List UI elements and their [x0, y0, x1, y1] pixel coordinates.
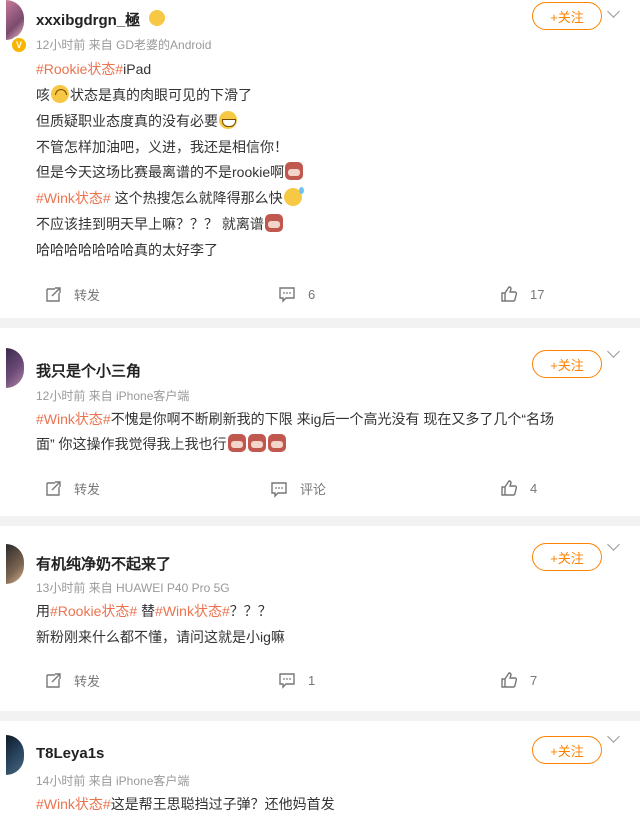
doge-laugh-icon: [247, 434, 266, 452]
post-line: #Wink状态# 这个热搜怎么就降得那么快: [36, 187, 304, 208]
like-button[interactable]: 4: [500, 479, 537, 497]
heart-eyes-icon: [149, 10, 165, 26]
follow-button[interactable]: +关注: [532, 736, 602, 764]
verified-badge: V: [10, 36, 28, 54]
comment-button[interactable]: 6: [278, 285, 315, 303]
post-line: 但质疑职业态度真的没有必要: [36, 111, 238, 131]
follow-button[interactable]: +关注: [532, 543, 602, 571]
doge-laugh-icon: [285, 162, 304, 180]
post-card: 有机纯净奶不起来了 13小时前 来自 HUAWEI P40 Pro 5G +关注…: [0, 526, 640, 711]
repost-button[interactable]: 转发: [44, 479, 100, 498]
post-line: #Rookie状态#iPad: [36, 61, 152, 77]
hashtag-link[interactable]: #Wink状态#: [36, 190, 111, 206]
repost-button[interactable]: 转发: [44, 671, 100, 690]
post-meta: 14小时前 来自 iPhone客户端: [36, 774, 190, 788]
follow-button[interactable]: +关注: [532, 2, 602, 30]
post-card: 我只是个小三角 12小时前 来自 iPhone客户端 +关注 #Wink状态#不…: [0, 328, 640, 516]
post-line: 新粉刚来什么都不懂，请问这就是小ig嘛: [36, 629, 285, 645]
like-icon: [501, 672, 518, 688]
hashtag-link[interactable]: #Wink状态#: [36, 411, 111, 427]
username[interactable]: 有机纯净奶不起来了: [36, 553, 171, 574]
like-icon: [501, 480, 518, 496]
hashtag-link[interactable]: #Wink状态#: [155, 603, 230, 619]
post-line: 不管怎样加油吧，义进，我还是相信你！: [36, 139, 288, 155]
comment-button[interactable]: 评论: [270, 479, 326, 498]
doge-laugh-icon: [227, 434, 246, 452]
post-line: #Wink状态#这是帮王思聪挡过子弹？还他妈首发: [36, 796, 335, 812]
post-card: T8Leya1s 14小时前 来自 iPhone客户端 +关注 #Wink状态#…: [0, 721, 640, 823]
grin-face-icon: [219, 111, 237, 129]
hashtag-link[interactable]: #Rookie状态#: [36, 61, 123, 77]
hashtag-link[interactable]: #Wink状态#: [36, 796, 111, 812]
username[interactable]: xxxibgdrgn_極: [36, 9, 140, 30]
divider: [0, 516, 640, 526]
repost-icon: [46, 672, 61, 688]
post-meta: 13小时前 来自 HUAWEI P40 Pro 5G: [36, 581, 230, 595]
chevron-down-icon[interactable]: [607, 5, 620, 18]
chevron-down-icon[interactable]: [607, 345, 620, 358]
repost-icon: [46, 286, 61, 302]
follow-button[interactable]: +关注: [532, 350, 602, 378]
post-line: 用#Rookie状态# 替#Wink状态#？？？: [36, 603, 272, 619]
comment-button[interactable]: 1: [278, 671, 315, 689]
repost-icon: [46, 480, 61, 496]
upside-down-face-icon: [51, 85, 69, 103]
chevron-down-icon[interactable]: [607, 730, 620, 743]
action-bar: 转发 评论 4: [0, 479, 640, 499]
post-line: 但是今天这场比赛最离谱的不是rookie啊: [36, 162, 304, 182]
comment-icon: [279, 287, 295, 303]
like-button[interactable]: 17: [500, 285, 544, 303]
divider: [0, 711, 640, 721]
post-meta: 12小时前 来自 iPhone客户端: [36, 389, 190, 403]
chevron-down-icon[interactable]: [607, 538, 620, 551]
comment-icon: [279, 673, 295, 689]
avatar[interactable]: [6, 544, 24, 584]
username[interactable]: T8Leya1s: [36, 745, 104, 762]
repost-button[interactable]: 转发: [44, 285, 100, 304]
avatar[interactable]: [6, 348, 24, 388]
avatar[interactable]: [6, 735, 24, 775]
post-line: 咳状态是真的肉眼可见的下滑了: [36, 85, 252, 103]
post-line: 不应该挂到明天早上嘛？？？ 就离谱: [36, 214, 284, 234]
post-meta: 12小时前 来自 GD老婆的Android: [36, 38, 212, 52]
like-button[interactable]: 7: [500, 671, 537, 689]
sweat-smile-icon: [283, 187, 304, 206]
post-line: #Wink状态#不愧是你啊不断刷新我的下限 来ig后一个高光没有 现在又多了几个…: [36, 411, 555, 427]
action-bar: 转发 1 7: [0, 671, 640, 691]
doge-laugh-icon: [267, 434, 286, 452]
hashtag-link[interactable]: #Rookie状态#: [50, 603, 137, 619]
comment-icon: [271, 481, 287, 498]
divider: [0, 318, 640, 328]
doge-laugh-icon: [264, 214, 283, 232]
username[interactable]: 我只是个小三角: [36, 360, 141, 381]
post-card: V xxxibgdrgn_極 12小时前 来自 GD老婆的Android +关注…: [0, 0, 640, 318]
post-line: 面” 你这操作我觉得我上我也行: [36, 434, 287, 454]
action-bar: 转发 6 17: [0, 285, 640, 305]
like-icon: [501, 286, 518, 302]
post-line: 哈哈哈哈哈哈哈真的太好李了: [36, 242, 218, 258]
avatar[interactable]: [6, 0, 24, 40]
